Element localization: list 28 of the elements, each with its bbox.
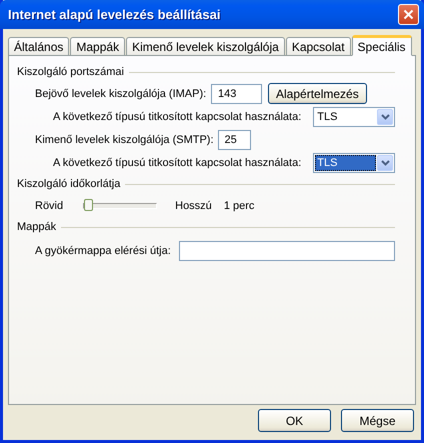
field-label: Kimenő levelek kiszolgálója (SMTP): [35,134,214,146]
field-label: A következő típusú titkosított kapcsolat használata: [53,110,302,122]
dialog-button[interactable]: OK [258,409,331,432]
field-label: A gyökérmappa elérési útja: [35,244,172,256]
close-button[interactable] [398,4,419,25]
field-label: A következő típusú titkosított kapcsolat használata: [53,156,302,168]
section-title: Kiszolgáló portszámai [17,66,124,78]
port-field[interactable]: 143 [211,84,262,104]
tab[interactable]: Általános [8,37,70,55]
default-button[interactable]: Alapértelmezés [268,83,367,104]
field-label: Bejövő levelek kiszolgálója (IMAP): [35,88,207,100]
slider-thumb[interactable] [84,198,94,210]
tab[interactable]: Speciális [352,35,412,56]
close-icon [403,9,414,20]
tab[interactable]: Kapcsolat [286,37,351,55]
dialog-button[interactable]: Mégse [341,409,414,432]
tab[interactable]: Mappák [70,37,126,55]
port-field[interactable]: 25 [218,130,251,150]
root-folder-field[interactable] [179,240,395,260]
encryption-dropdown[interactable]: TLS [313,152,395,172]
section-title: Mappák [17,221,56,233]
section-title: Kiszolgáló időkorlátja [17,178,120,190]
timeout-reading: 1 perc [224,200,254,212]
slider-min-label: Rövid [35,200,64,212]
slider-max-label: Hosszú [175,200,212,212]
encryption-dropdown[interactable]: TLS [313,106,395,126]
tab[interactable]: Kimenő levelek kiszolgálója [126,37,285,55]
window-title: Internet alapú levelezés beállításai [8,7,220,22]
